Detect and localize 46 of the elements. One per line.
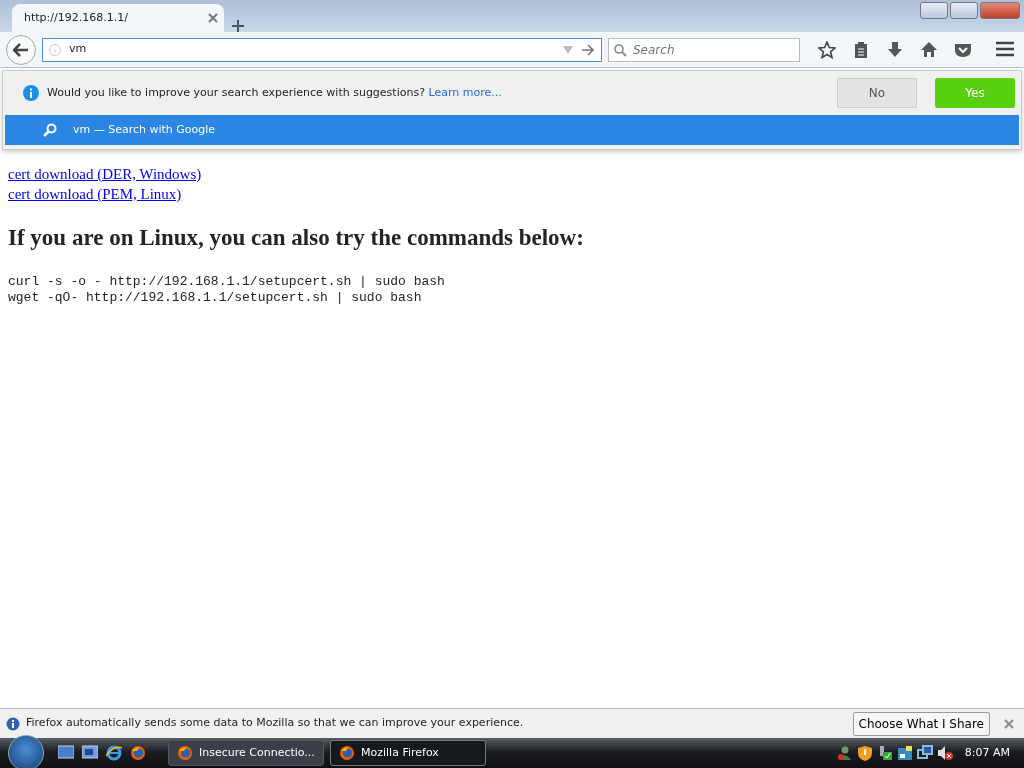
clipboard-icon[interactable]	[852, 40, 870, 59]
command-line: wget -qO- http://192.168.1.1/setupcert.sh | sudo bash	[8, 289, 423, 306]
window-switch-icon[interactable]	[82, 745, 98, 759]
search-icon	[43, 123, 57, 137]
info-icon	[49, 43, 61, 56]
start-button[interactable]	[8, 735, 44, 768]
download-link[interactable]: cert download (DER, Windows)	[8, 164, 202, 184]
restore-button[interactable]	[950, 2, 978, 19]
taskbar-button[interactable]: Insecure Connectio...	[168, 740, 324, 766]
close-icon[interactable]	[1004, 718, 1014, 729]
no-button[interactable]: No	[837, 78, 917, 108]
firefox-icon	[339, 745, 355, 761]
menu-icon[interactable]	[996, 41, 1014, 58]
network-icon[interactable]	[916, 745, 933, 761]
download-link[interactable]: cert download (PEM, Linux)	[8, 184, 182, 204]
user-icon[interactable]	[836, 745, 853, 761]
firefox-icon	[177, 745, 193, 761]
back-button[interactable]	[6, 34, 36, 65]
browser-tab[interactable]: http://192.168.1.1/	[12, 4, 224, 32]
taskbar-button[interactable]: Mozilla Firefox	[330, 740, 486, 766]
page-heading: If you are on Linux, you can also try the commands below:	[8, 224, 585, 252]
home-icon[interactable]	[920, 40, 938, 59]
notification-text: Firefox automatically sends some data to Mozilla so that we can improve your experience.	[26, 715, 525, 732]
clock[interactable]: 8:07 AM	[964, 744, 1010, 762]
network-map-icon[interactable]	[896, 745, 913, 761]
go-arrow-icon[interactable]	[581, 43, 595, 56]
minimize-button[interactable]	[920, 2, 948, 19]
download-icon[interactable]	[886, 40, 904, 59]
search-icon	[614, 43, 627, 57]
shield-icon[interactable]	[856, 745, 873, 761]
search-field[interactable]: Search	[608, 37, 800, 62]
muted-speaker-icon[interactable]	[936, 745, 953, 761]
info-icon	[23, 85, 39, 101]
address-bar[interactable]: vm	[42, 37, 602, 62]
info-icon	[6, 716, 20, 731]
close-icon[interactable]	[208, 13, 218, 23]
command-line: curl -s -o - http://192.168.1.1/setupcert.sh | sudo bash	[8, 273, 446, 290]
browser-e-icon[interactable]	[106, 745, 122, 761]
new-tab-icon[interactable]	[232, 20, 244, 32]
choose-share-button[interactable]: Choose What I Share	[852, 711, 990, 736]
back-icon	[13, 42, 29, 57]
firefox-icon[interactable]	[130, 745, 146, 761]
prompt-text: Would you like to improve your search experience with suggestions? Learn more...	[47, 84, 503, 101]
learn-more-link[interactable]: Learn more...	[428, 85, 502, 99]
search-suggestion[interactable]: vm — Search with Google	[5, 115, 1019, 145]
bookmark-star-icon[interactable]	[818, 40, 836, 59]
